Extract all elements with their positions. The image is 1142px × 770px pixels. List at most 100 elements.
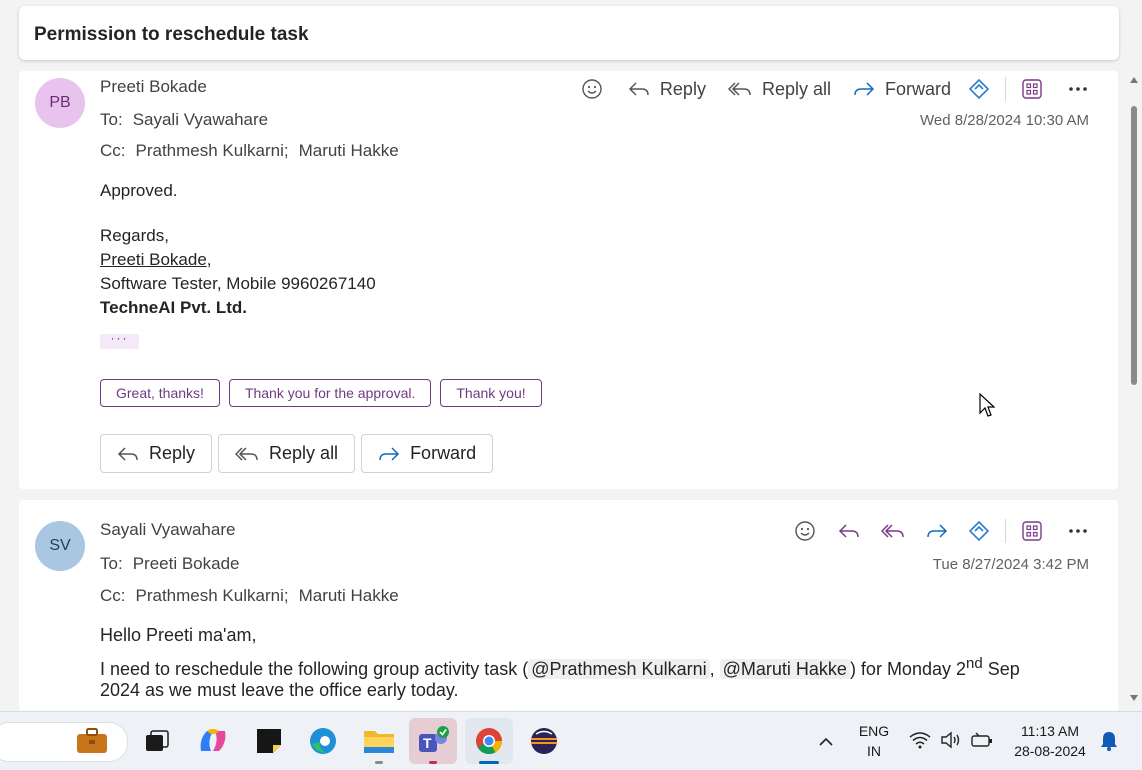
- reply-button[interactable]: [835, 517, 863, 545]
- reply-all-button[interactable]: [879, 517, 907, 545]
- scroll-down-arrow-icon[interactable]: [1130, 695, 1138, 701]
- suggested-replies: Great, thanks! Thank you for the approva…: [100, 379, 551, 407]
- sender-name[interactable]: Sayali Vyawahare: [100, 520, 235, 540]
- reply-icon: [838, 524, 859, 538]
- loop-button[interactable]: [965, 517, 993, 545]
- reply-all-label: Reply all: [269, 443, 339, 463]
- forward-button[interactable]: [923, 517, 951, 545]
- briefcase-icon[interactable]: [68, 718, 116, 764]
- more-icon: [1069, 87, 1087, 91]
- to-line: To: Sayali Vyawahare: [100, 110, 268, 130]
- taskview-icon[interactable]: [133, 718, 181, 764]
- body-text: Approved.: [100, 181, 178, 200]
- cc-label: Cc:: [100, 141, 126, 160]
- suggested-reply-chip[interactable]: Thank you for the approval.: [228, 379, 432, 407]
- smiley-icon: [795, 521, 815, 541]
- cc-recipient[interactable]: Prathmesh Kulkarni;: [136, 141, 289, 160]
- reply-button[interactable]: Reply: [628, 79, 706, 100]
- bottom-reply-all-button[interactable]: Reply all: [218, 434, 356, 473]
- forward-label: Forward: [884, 78, 951, 99]
- sticky-notes-icon[interactable]: [245, 718, 293, 764]
- bottom-reply-button[interactable]: Reply: [100, 434, 213, 473]
- divider: [1005, 77, 1006, 101]
- sender-name[interactable]: Preeti Bokade: [100, 77, 207, 97]
- subject-title: Permission to reschedule task: [34, 24, 309, 45]
- scrollbar-thumb[interactable]: [1131, 106, 1137, 385]
- loop-icon: [968, 78, 990, 100]
- forward-button[interactable]: Forward: [853, 79, 951, 100]
- message-actions: Reply Reply all Forward: [562, 75, 1092, 103]
- edge-icon[interactable]: [299, 718, 347, 764]
- emoji-reaction-button[interactable]: [578, 75, 606, 103]
- apps-icon: [1022, 79, 1042, 99]
- forward-icon: [927, 524, 948, 538]
- notification-bell-icon[interactable]: [1099, 730, 1119, 752]
- avatar[interactable]: PB: [35, 78, 85, 128]
- chrome-icon[interactable]: [465, 718, 513, 764]
- copilot-icon[interactable]: [189, 718, 237, 764]
- message-actions: [775, 517, 1092, 545]
- ordinal-suffix: nd: [966, 655, 983, 672]
- signature-regards: Regards,: [100, 226, 169, 245]
- reply-all-button[interactable]: Reply all: [727, 78, 831, 100]
- battery-icon[interactable]: [970, 731, 994, 749]
- app-active-indicator: [479, 761, 499, 764]
- region-code: IN: [867, 743, 881, 759]
- file-explorer-icon[interactable]: [355, 718, 403, 764]
- bottom-forward-button[interactable]: Forward: [361, 434, 494, 473]
- body-text: ,: [709, 659, 715, 679]
- loop-icon: [968, 520, 990, 542]
- signature-role: Software Tester, Mobile 9960267140: [100, 274, 376, 293]
- apps-button[interactable]: [1018, 75, 1046, 103]
- to-recipient[interactable]: Sayali Vyawahare: [133, 110, 268, 129]
- cc-recipient[interactable]: Maruti Hakke: [299, 586, 399, 605]
- reply-all-icon: [235, 446, 258, 461]
- app-running-indicator: [375, 761, 383, 764]
- volume-icon[interactable]: [940, 731, 962, 749]
- signature-comma: ,: [206, 250, 212, 269]
- to-recipient[interactable]: Preeti Bokade: [133, 554, 240, 573]
- apps-button[interactable]: [1018, 517, 1046, 545]
- forward-label: Forward: [410, 443, 477, 463]
- reply-icon: [117, 446, 138, 461]
- bottom-actions: Reply Reply all Forward: [100, 434, 499, 473]
- message-date: Tue 8/27/2024 3:42 PM: [932, 556, 1089, 573]
- suggested-reply-chip[interactable]: Thank you!: [440, 379, 542, 407]
- clock-time: 11:13 AM: [1020, 723, 1080, 739]
- loop-button[interactable]: [965, 75, 993, 103]
- avatar[interactable]: SV: [35, 521, 85, 571]
- body-paragraph: I need to reschedule the following group…: [100, 655, 1020, 680]
- clock-date: 28-08-2024: [1014, 743, 1086, 759]
- clock[interactable]: 11:13 AM 28-08-2024: [1004, 721, 1096, 761]
- teams-icon[interactable]: T: [409, 718, 457, 764]
- forward-icon: [379, 446, 400, 461]
- mention[interactable]: @Maruti Hakke: [719, 659, 850, 679]
- wifi-icon[interactable]: [909, 731, 931, 749]
- body-greeting: Hello Preeti ma'am,: [100, 625, 257, 645]
- taskbar: T ENG IN 11:13 AM 28-08-2024: [0, 711, 1142, 770]
- more-options-button[interactable]: [1064, 517, 1092, 545]
- to-label: To:: [100, 554, 123, 573]
- reply-all-label: Reply all: [761, 78, 831, 99]
- scrollbar[interactable]: [1126, 71, 1142, 709]
- body-text: ) for Monday 2: [849, 659, 966, 679]
- subject-bar: Permission to reschedule task: [19, 6, 1119, 60]
- more-options-button[interactable]: [1064, 75, 1092, 103]
- language-code: ENG: [858, 723, 890, 739]
- signature-name-link[interactable]: Preeti Bokade: [100, 250, 207, 269]
- cc-recipient[interactable]: Prathmesh Kulkarni;: [136, 586, 289, 605]
- chevron-up-icon[interactable]: [818, 736, 834, 746]
- emoji-reaction-button[interactable]: [791, 517, 819, 545]
- reply-all-icon: [881, 524, 904, 538]
- cc-recipient[interactable]: Maruti Hakke: [299, 141, 399, 160]
- show-quoted-text-button[interactable]: ···: [100, 332, 139, 349]
- forward-icon: [854, 82, 875, 96]
- scroll-up-arrow-icon[interactable]: [1130, 77, 1138, 83]
- suggested-reply-chip[interactable]: Great, thanks!: [100, 379, 220, 407]
- eclipse-icon[interactable]: [520, 718, 568, 764]
- mention[interactable]: @Prathmesh Kulkarni: [528, 659, 710, 679]
- to-line: To: Preeti Bokade: [100, 554, 239, 574]
- reply-label: Reply: [659, 78, 706, 99]
- apps-icon: [1022, 521, 1042, 541]
- language-indicator[interactable]: ENG IN: [855, 721, 893, 761]
